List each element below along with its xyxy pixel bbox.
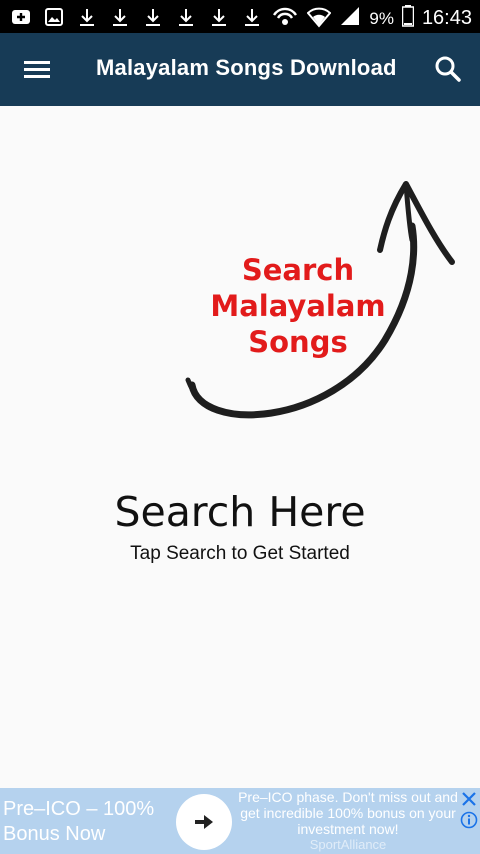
download-icon: [241, 6, 263, 28]
battery-percent: 9%: [369, 8, 394, 28]
hero-caption: Search Malayalam Songs: [208, 252, 388, 360]
clock: 16:43: [421, 7, 472, 29]
download-icon: [175, 6, 197, 28]
arrow-right-icon: [195, 815, 213, 829]
app-title: Malayalam Songs Download: [96, 55, 397, 80]
hero-line-3: Songs: [248, 325, 348, 359]
signal-icon: [339, 5, 361, 32]
notification-icons: [10, 6, 263, 28]
hotspot-icon: [271, 5, 299, 32]
system-icons: 9% 16:43: [271, 4, 472, 33]
download-icon: [76, 6, 98, 28]
battery-icon: [401, 5, 415, 32]
ad-headline-line-1: Pre–ICO – 100%: [3, 798, 155, 820]
app-bar: Malayalam Songs Download: [0, 33, 480, 106]
close-icon: [462, 792, 476, 806]
ad-body-text: Pre–ICO phase. Don't miss out and get in…: [238, 789, 458, 837]
ad-close-button[interactable]: [460, 790, 478, 808]
menu-button[interactable]: [22, 55, 52, 85]
empty-state-subtitle: Tap Search to Get Started: [130, 543, 350, 564]
add-icon: [10, 6, 32, 28]
ad-body[interactable]: Pre–ICO phase. Don't miss out and get in…: [236, 789, 460, 853]
image-icon: [43, 6, 65, 28]
empty-state-title: Search Here: [114, 488, 366, 536]
info-icon: [460, 811, 478, 829]
wifi-icon: [306, 4, 332, 33]
download-icon: [208, 6, 230, 28]
search-button[interactable]: [432, 53, 464, 85]
menu-icon: [24, 61, 50, 78]
status-bar: 9% 16:43: [0, 0, 480, 33]
download-icon: [109, 6, 131, 28]
ad-info-button[interactable]: [460, 811, 478, 829]
ad-headline[interactable]: Pre–ICO – 100% Bonus Now: [3, 797, 154, 847]
ad-banner[interactable]: Pre–ICO – 100% Bonus Now Pre–ICO phase. …: [0, 788, 480, 854]
hero-line-2: Malayalam: [210, 289, 386, 323]
ad-sponsor: SportAlliance: [309, 837, 387, 852]
search-icon: [435, 56, 461, 82]
ad-cta-button[interactable]: [176, 794, 232, 850]
ad-headline-line-2: Bonus Now: [3, 823, 106, 845]
hero-line-1: Search: [241, 253, 355, 287]
download-icon: [142, 6, 164, 28]
